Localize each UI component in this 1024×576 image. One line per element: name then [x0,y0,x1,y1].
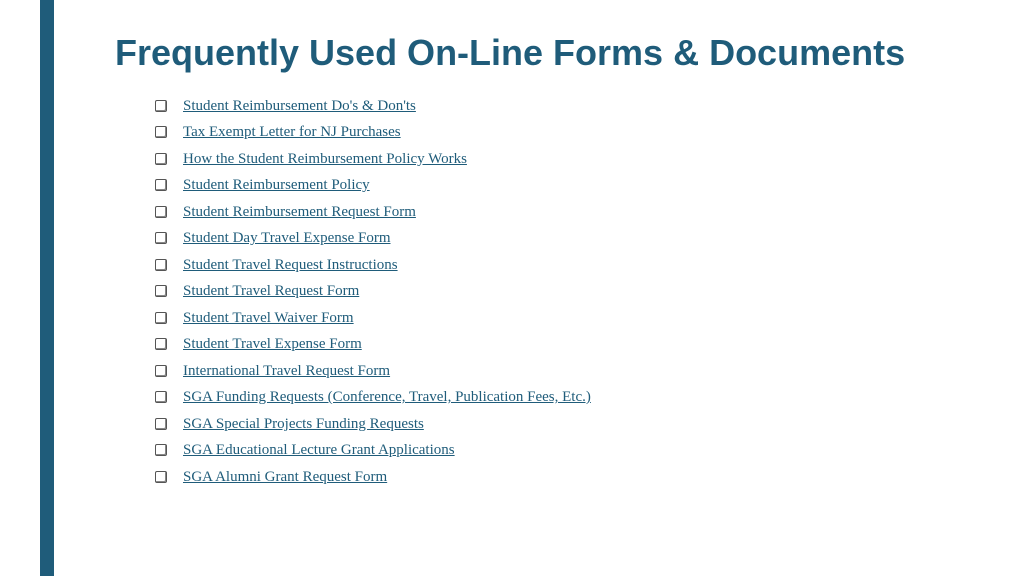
form-link[interactable]: International Travel Request Form [183,360,390,383]
checkbox-bullet-icon [155,232,167,244]
form-link[interactable]: SGA Funding Requests (Conference, Travel… [183,386,591,409]
forms-list: Student Reimbursement Do's & Don'ts Tax … [115,95,965,489]
form-link[interactable]: Student Travel Request Instructions [183,254,398,277]
form-link[interactable]: SGA Special Projects Funding Requests [183,413,424,436]
list-item: International Travel Request Form [155,360,965,383]
page-title: Frequently Used On-Line Forms & Document… [115,30,965,77]
list-item: Tax Exempt Letter for NJ Purchases [155,121,965,144]
list-item: Student Reimbursement Request Form [155,201,965,224]
checkbox-bullet-icon [155,444,167,456]
form-link[interactable]: Tax Exempt Letter for NJ Purchases [183,121,401,144]
checkbox-bullet-icon [155,418,167,430]
accent-bar [40,0,54,576]
list-item: Student Reimbursement Do's & Don'ts [155,95,965,118]
list-item: SGA Special Projects Funding Requests [155,413,965,436]
list-item: SGA Alumni Grant Request Form [155,466,965,489]
form-link[interactable]: Student Reimbursement Policy [183,174,370,197]
list-item: SGA Educational Lecture Grant Applicatio… [155,439,965,462]
checkbox-bullet-icon [155,126,167,138]
list-item: Student Travel Request Instructions [155,254,965,277]
form-link[interactable]: Student Reimbursement Request Form [183,201,416,224]
checkbox-bullet-icon [155,259,167,271]
checkbox-bullet-icon [155,391,167,403]
form-link[interactable]: Student Day Travel Expense Form [183,227,391,250]
content-area: Frequently Used On-Line Forms & Document… [115,30,965,492]
form-link[interactable]: SGA Educational Lecture Grant Applicatio… [183,439,455,462]
list-item: Student Travel Expense Form [155,333,965,356]
checkbox-bullet-icon [155,153,167,165]
form-link[interactable]: Student Travel Request Form [183,280,359,303]
form-link[interactable]: SGA Alumni Grant Request Form [183,466,387,489]
checkbox-bullet-icon [155,100,167,112]
checkbox-bullet-icon [155,312,167,324]
checkbox-bullet-icon [155,285,167,297]
list-item: Student Reimbursement Policy [155,174,965,197]
list-item: Student Travel Waiver Form [155,307,965,330]
list-item: Student Day Travel Expense Form [155,227,965,250]
checkbox-bullet-icon [155,206,167,218]
form-link[interactable]: Student Travel Expense Form [183,333,362,356]
form-link[interactable]: Student Travel Waiver Form [183,307,354,330]
checkbox-bullet-icon [155,338,167,350]
list-item: SGA Funding Requests (Conference, Travel… [155,386,965,409]
checkbox-bullet-icon [155,471,167,483]
form-link[interactable]: Student Reimbursement Do's & Don'ts [183,95,416,118]
checkbox-bullet-icon [155,179,167,191]
form-link[interactable]: How the Student Reimbursement Policy Wor… [183,148,467,171]
checkbox-bullet-icon [155,365,167,377]
list-item: How the Student Reimbursement Policy Wor… [155,148,965,171]
list-item: Student Travel Request Form [155,280,965,303]
